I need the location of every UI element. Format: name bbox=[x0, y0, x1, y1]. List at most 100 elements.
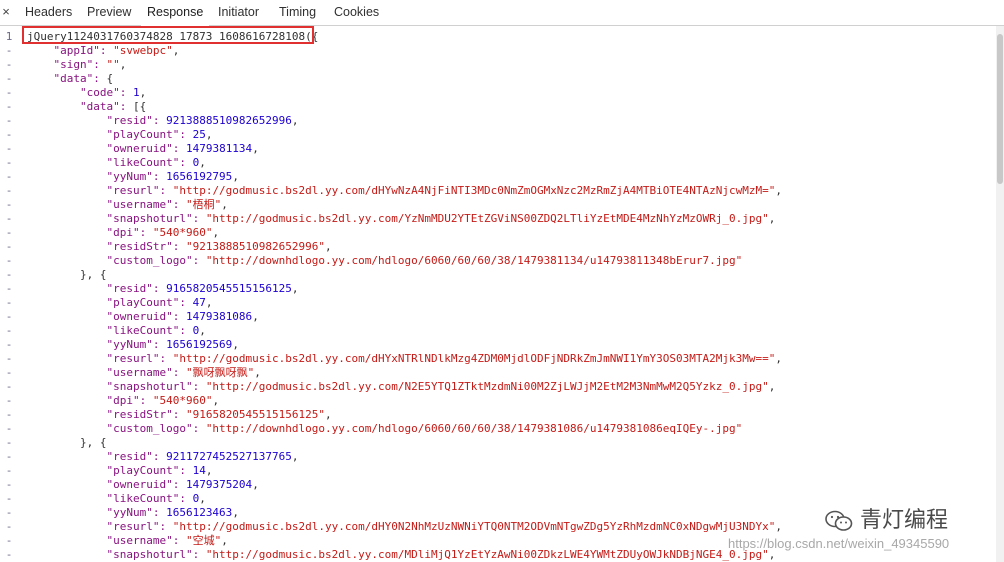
code-line: "playCount": 47, bbox=[27, 296, 212, 310]
json-punct: , bbox=[232, 506, 239, 519]
json-punct: , bbox=[205, 296, 213, 309]
gutter-marker: - bbox=[5, 422, 13, 435]
json-punct: , bbox=[254, 366, 261, 379]
json-punct: , bbox=[775, 184, 782, 197]
json-key: "code": bbox=[27, 86, 133, 99]
json-key: "likeCount": bbox=[27, 324, 193, 337]
json-number: 1479381086 bbox=[185, 310, 253, 323]
code-line: "username": "飘呀飘呀飘", bbox=[27, 366, 261, 380]
json-punct: , bbox=[212, 394, 220, 407]
json-number: 9211727452527137765 bbox=[166, 450, 292, 463]
gutter-marker: - bbox=[5, 268, 13, 281]
json-key: "data": bbox=[27, 100, 133, 113]
json-key: "dpi": bbox=[27, 226, 153, 239]
json-key: "resid": bbox=[27, 114, 167, 127]
code-line: "dpi": "540*960", bbox=[27, 226, 219, 240]
gutter-marker: - bbox=[5, 170, 13, 183]
code-line: "appId": "svwebpc", bbox=[27, 44, 179, 58]
close-icon[interactable]: × bbox=[0, 2, 12, 22]
code-line: "resid": 9213888510982652996, bbox=[27, 114, 299, 128]
json-string: "http://godmusic.bs2dl.yy.com/YzNmMDU2YT… bbox=[205, 212, 769, 225]
tab-cookies[interactable]: Cookies bbox=[334, 0, 379, 25]
gutter-marker: - bbox=[5, 212, 13, 225]
json-punct: , bbox=[199, 156, 206, 169]
json-number: 14 bbox=[192, 464, 206, 477]
tab-headers[interactable]: Headers bbox=[25, 0, 72, 25]
scrollbar-thumb[interactable] bbox=[997, 34, 1003, 184]
json-string: "http://godmusic.bs2dl.yy.com/N2E5YTQ1ZT… bbox=[205, 380, 769, 393]
json-string: "http://downhdlogo.yy.com/hdlogo/6060/60… bbox=[205, 422, 743, 435]
code-line: "owneruid": 1479375204, bbox=[27, 478, 258, 492]
json-punct: , bbox=[172, 44, 180, 57]
gutter-marker: - bbox=[5, 184, 13, 197]
json-number: 1656192569 bbox=[166, 338, 233, 351]
json-key: "residStr": bbox=[27, 240, 186, 253]
code-line: "snapshoturl": "http://godmusic.bs2dl.yy… bbox=[27, 380, 775, 394]
json-number: 9213888510982652996 bbox=[166, 114, 292, 127]
json-key: "resurl": bbox=[27, 352, 173, 365]
json-key: "custom_logo": bbox=[27, 422, 206, 435]
csdn-watermark: https://blog.csdn.net/weixin_49345590 bbox=[728, 536, 950, 551]
json-key: "username": bbox=[27, 198, 186, 211]
gutter-marker: - bbox=[5, 492, 13, 505]
gutter-marker: - bbox=[5, 198, 13, 211]
code-line: "resurl": "http://godmusic.bs2dl.yy.com/… bbox=[27, 520, 782, 534]
gutter-marker: - bbox=[5, 478, 13, 491]
json-string: "http://godmusic.bs2dl.yy.com/dHY0N2NhMz… bbox=[172, 520, 776, 533]
gutter-marker: - bbox=[5, 352, 13, 365]
json-number: 1479375204 bbox=[185, 478, 253, 491]
gutter-marker: - bbox=[5, 436, 13, 449]
code-line: "playCount": 25, bbox=[27, 128, 212, 142]
code-line: "data": { bbox=[27, 72, 113, 86]
json-number: 25 bbox=[192, 128, 206, 141]
json-key: "username": bbox=[27, 534, 186, 547]
json-key: "likeCount": bbox=[27, 492, 193, 505]
json-key: "resid": bbox=[27, 282, 167, 295]
gutter-marker: - bbox=[5, 44, 13, 57]
code-line: "resurl": "http://godmusic.bs2dl.yy.com/… bbox=[27, 352, 782, 366]
json-key: "username": bbox=[27, 366, 186, 379]
json-punct: , bbox=[232, 170, 239, 183]
json-key: "sign": bbox=[27, 58, 107, 71]
code-line: "likeCount": 0, bbox=[27, 156, 206, 170]
json-punct: , bbox=[221, 198, 228, 211]
gutter-marker: - bbox=[5, 464, 13, 477]
vertical-scrollbar[interactable] bbox=[996, 26, 1004, 562]
json-key: "dpi": bbox=[27, 394, 153, 407]
json-punct: , bbox=[325, 408, 332, 421]
code-line: }, { bbox=[27, 436, 107, 450]
json-punct: , bbox=[291, 114, 299, 127]
json-key: "appId": bbox=[27, 44, 114, 57]
tab-timing[interactable]: Timing bbox=[279, 0, 316, 25]
code-line: "sign": "", bbox=[27, 58, 126, 72]
callback-highlight-box bbox=[22, 26, 314, 44]
response-viewer[interactable]: 1-------------------------------------- … bbox=[0, 26, 1004, 562]
json-punct: , bbox=[252, 142, 259, 155]
gutter-marker: - bbox=[5, 534, 13, 547]
tab-initiator[interactable]: Initiator bbox=[218, 0, 259, 25]
json-key: "playCount": bbox=[27, 128, 193, 141]
tab-response[interactable]: Response bbox=[140, 0, 210, 26]
gutter-marker: - bbox=[5, 296, 13, 309]
gutter-marker: - bbox=[5, 310, 13, 323]
gutter-marker: 1 bbox=[5, 30, 13, 43]
json-key: "yyNum": bbox=[27, 338, 167, 351]
json-punct: , bbox=[205, 464, 213, 477]
code-line: "custom_logo": "http://downhdlogo.yy.com… bbox=[27, 254, 742, 268]
code-line: "code": 1, bbox=[27, 86, 146, 100]
json-key: "owneruid": bbox=[27, 142, 186, 155]
json-punct: , bbox=[221, 534, 228, 547]
json-key: "yyNum": bbox=[27, 506, 167, 519]
json-string: "空城" bbox=[185, 534, 222, 547]
gutter-marker: - bbox=[5, 506, 13, 519]
gutter-marker: - bbox=[5, 394, 13, 407]
json-key: "playCount": bbox=[27, 296, 193, 309]
gutter-marker: - bbox=[5, 408, 13, 421]
wechat-icon bbox=[825, 510, 853, 531]
json-string: "飘呀飘呀飘" bbox=[185, 366, 255, 379]
tab-preview[interactable]: Preview bbox=[87, 0, 131, 25]
gutter-marker: - bbox=[5, 128, 13, 141]
gutter-marker: - bbox=[5, 58, 13, 71]
code-line: "snapshoturl": "http://godmusic.bs2dl.yy… bbox=[27, 548, 775, 562]
code-line: "resid": 9211727452527137765, bbox=[27, 450, 298, 464]
